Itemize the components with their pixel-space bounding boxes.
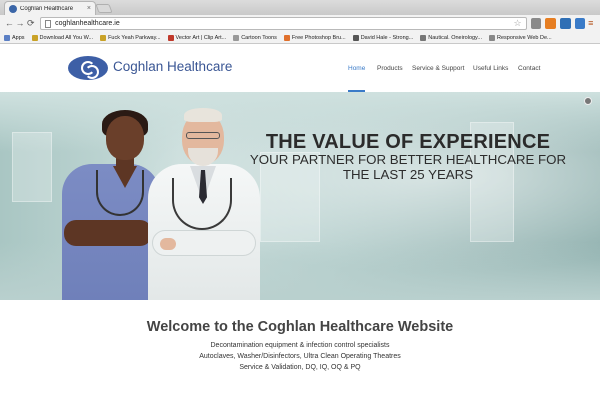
bookmark-item[interactable]: Nautical. Oneirology... <box>420 34 482 41</box>
bookmark-item[interactable]: Apps <box>4 34 25 41</box>
bookmark-icon <box>420 34 427 41</box>
bookmark-icon <box>31 34 38 41</box>
hero-title: THE VALUE OF EXPERIENCE <box>265 131 551 153</box>
bookmark-label: Fuck Yeah Parkway... <box>108 34 161 41</box>
reload-icon[interactable]: ⟳ <box>25 15 36 32</box>
doctor-hand <box>160 238 176 250</box>
bookmark-item[interactable]: Free Photoshop Bru... <box>283 34 346 41</box>
close-icon[interactable]: × <box>87 5 91 12</box>
bookmark-label: Download All You W... <box>39 34 94 41</box>
bookmark-icon <box>167 34 174 41</box>
apps-icon <box>4 34 10 41</box>
welcome-title: Welcome to the Coghlan Healthcare Websit… <box>146 319 454 335</box>
bookmark-label: Apps <box>12 34 25 41</box>
bookmark-item[interactable]: Vector Art | Clip Art... <box>167 34 227 41</box>
hero-subtitle: YOUR PARTNER FOR BETTER HEALTHCARE FOR T… <box>249 152 567 182</box>
back-icon[interactable]: ← <box>4 15 15 32</box>
hero-background-panel <box>12 132 52 202</box>
bookmark-item[interactable]: Responsive Web De... <box>488 34 552 41</box>
bookmark-label: Vector Art | Clip Art... <box>175 34 227 41</box>
tab-coghlan[interactable]: Coghlan Healthcare × <box>4 1 96 15</box>
tab-strip: Coghlan Healthcare × <box>0 0 600 15</box>
nav-products[interactable]: Products <box>377 65 403 72</box>
nav-service-support[interactable]: Service & Support <box>412 65 464 72</box>
bookmark-icon <box>283 34 290 41</box>
bookmark-label: Responsive Web De... <box>496 34 552 41</box>
welcome-line: Decontamination equipment & infection co… <box>210 342 390 349</box>
extension-icon[interactable] <box>545 18 556 29</box>
slider-dot-icon[interactable] <box>584 97 592 105</box>
logo-icon[interactable] <box>68 56 108 80</box>
bookmark-icon <box>352 34 359 41</box>
nurse-head <box>106 116 144 160</box>
bookmark-item[interactable]: Fuck Yeah Parkway... <box>100 34 161 41</box>
site-favicon-icon <box>9 4 17 13</box>
bookmark-label: Nautical. Oneirology... <box>428 34 482 41</box>
tab-title: Coghlan Healthcare <box>20 5 74 12</box>
bookmark-icon <box>488 34 495 41</box>
nurse-arms <box>64 220 152 246</box>
stethoscope-icon <box>96 170 144 216</box>
bookmark-star-icon[interactable]: ☆ <box>513 18 521 29</box>
bookmark-item[interactable]: Download All You W... <box>31 34 94 41</box>
logo-text[interactable]: Coghlan Healthcare <box>113 59 232 74</box>
nav-contact[interactable]: Contact <box>518 65 540 72</box>
bookmark-label: David Hale - Strong... <box>360 34 414 41</box>
extension-icon[interactable] <box>530 18 542 29</box>
menu-icon[interactable]: ≡ <box>585 15 596 32</box>
url-text[interactable]: coghlanhealthcare.ie <box>55 20 513 27</box>
glasses-icon <box>186 132 220 139</box>
extension-icon[interactable] <box>559 18 571 29</box>
welcome-section: Welcome to the Coghlan Healthcare Websit… <box>0 300 600 400</box>
extension-icon[interactable] <box>574 18 586 29</box>
bookmarks-bar: Apps Download All You W... Fuck Yeah Parkw… <box>0 32 600 44</box>
bookmark-label: Cartoon Toons <box>241 34 277 41</box>
forward-icon[interactable]: → <box>15 15 26 32</box>
bookmark-label: Free Photoshop Bru... <box>291 34 346 41</box>
bookmark-icon <box>100 34 107 41</box>
nav-home[interactable]: Home <box>348 65 365 72</box>
address-bar[interactable]: coghlanhealthcare.ie ☆ <box>40 17 527 30</box>
doctor-hair <box>184 108 222 122</box>
bookmark-item[interactable]: Cartoon Toons <box>233 34 277 41</box>
page-icon <box>45 19 52 28</box>
welcome-line: Autoclaves, Washer/Disinfectors, Ultra C… <box>199 353 401 360</box>
hero-banner: THE VALUE OF EXPERIENCE YOUR PARTNER FOR… <box>0 92 600 300</box>
browser-window: Coghlan Healthcare × ← → ⟳ coghlanhealth… <box>0 0 600 400</box>
bookmark-icon <box>233 34 240 41</box>
welcome-line: Service & Validation, DQ, IQ, OQ & PQ <box>239 364 361 371</box>
nav-useful-links[interactable]: Useful Links <box>473 65 508 72</box>
browser-toolbar: ← → ⟳ coghlanhealthcare.ie ☆ ≡ <box>0 15 600 32</box>
bookmark-item[interactable]: David Hale - Strong... <box>352 34 414 41</box>
site-header: Coghlan Healthcare Home Products Service… <box>0 44 600 92</box>
new-tab-button[interactable] <box>95 4 113 13</box>
